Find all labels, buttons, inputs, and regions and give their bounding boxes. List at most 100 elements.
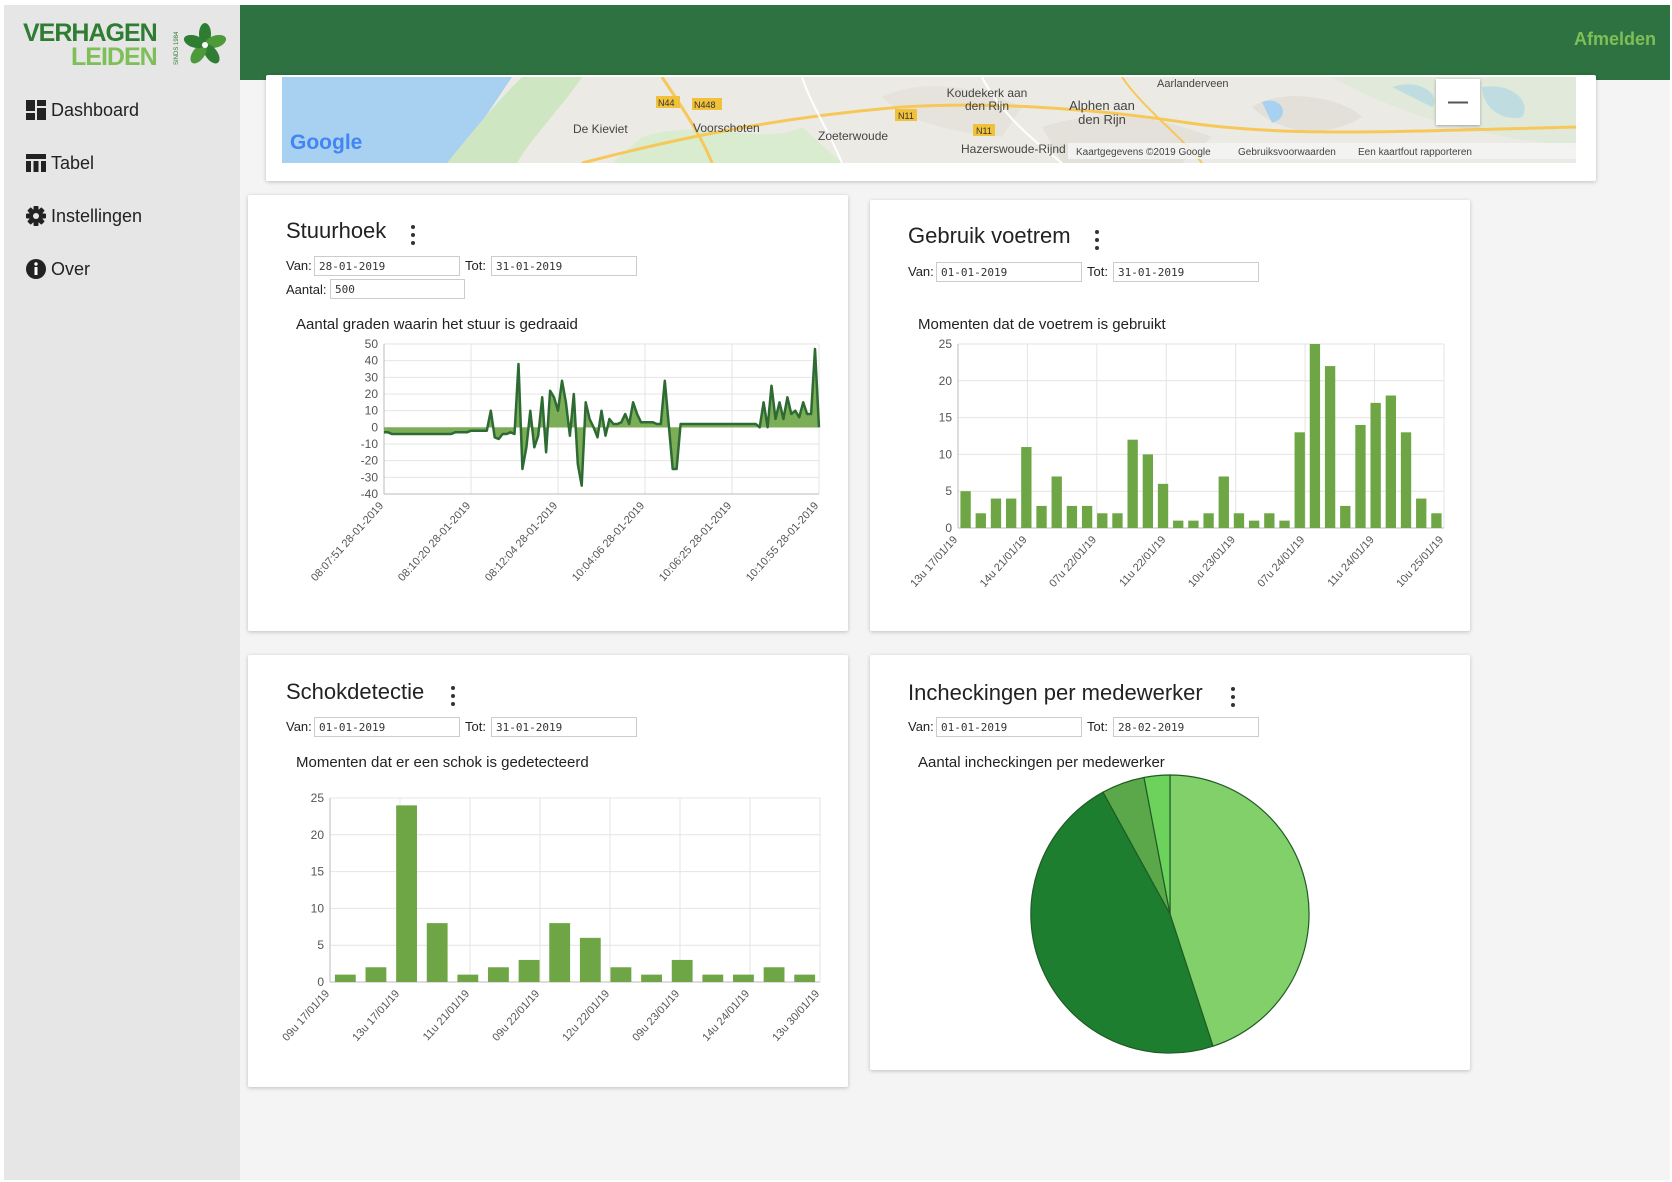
y-tick-label: 5 xyxy=(317,938,324,952)
sidebar-item-dashboard[interactable]: Dashboard xyxy=(24,94,139,126)
bar xyxy=(1324,366,1336,528)
y-tick-label: 0 xyxy=(945,521,952,535)
bar xyxy=(990,498,1002,528)
bar xyxy=(579,937,601,982)
logo-line2: LEIDEN xyxy=(71,43,157,71)
bar xyxy=(1173,520,1184,528)
aantal-input[interactable] xyxy=(330,279,465,299)
bar xyxy=(794,974,816,982)
sidebar-item-tabel[interactable]: Tabel xyxy=(24,147,94,179)
x-tick-label: 07u 24/01/19 xyxy=(1255,534,1307,590)
x-tick-label: 09u 17/01/19 xyxy=(280,988,332,1044)
bar xyxy=(1264,513,1275,528)
x-tick-label: 11u 22/01/19 xyxy=(1117,534,1168,589)
sidebar-item-over[interactable]: Over xyxy=(24,253,90,285)
bar xyxy=(396,805,417,982)
x-tick-label: 13u 17/01/19 xyxy=(350,988,402,1044)
y-tick-label: 5 xyxy=(945,484,952,498)
bar xyxy=(334,974,356,982)
x-tick-label: 10u 25/01/19 xyxy=(1394,534,1446,590)
y-tick-label: 20 xyxy=(311,828,325,842)
bar xyxy=(1340,505,1351,528)
svg-text:N44: N44 xyxy=(658,98,675,108)
bar xyxy=(488,967,509,982)
bar xyxy=(960,491,971,528)
card-title: Stuurhoek xyxy=(286,218,387,243)
x-tick-label: 11u 21/01/19 xyxy=(421,988,472,1043)
info-icon xyxy=(24,257,48,281)
card-title: Gebruik voetrem xyxy=(908,223,1071,248)
gear-icon xyxy=(24,204,48,228)
bar xyxy=(1294,432,1305,528)
map-attribution: Kaartgegevens ©2019 Google xyxy=(1076,147,1211,158)
y-tick-label: 25 xyxy=(311,791,325,805)
x-tick-label: 10:04:06 28-01-2019 xyxy=(570,500,647,584)
schok-card: Schokdetectie Van: Tot: Momenten dat er … xyxy=(248,655,848,1087)
svg-text:Aarlanderveen: Aarlanderveen xyxy=(1157,78,1229,90)
bar xyxy=(763,967,785,982)
clover-icon xyxy=(183,23,227,64)
aantal-label: Aantal: xyxy=(286,282,327,297)
y-tick-label: 50 xyxy=(365,337,379,351)
sidebar-item-label: Over xyxy=(51,258,91,279)
bar xyxy=(1309,344,1321,528)
bar xyxy=(1416,498,1427,528)
x-tick-label: 14u 21/01/19 xyxy=(978,534,1030,590)
sidebar-item-instellingen[interactable]: Instellingen xyxy=(24,200,142,232)
bar xyxy=(518,959,540,982)
y-tick-label: -10 xyxy=(361,437,379,451)
y-tick-label: 0 xyxy=(371,420,378,434)
van-date-input[interactable] xyxy=(936,717,1082,737)
van-date-input[interactable] xyxy=(314,256,460,276)
tot-label: Tot: xyxy=(465,258,486,273)
tot-date-input[interactable] xyxy=(1113,262,1259,282)
y-tick-label: 15 xyxy=(939,411,953,425)
series-line xyxy=(384,347,821,487)
more-menu-icon[interactable] xyxy=(1094,228,1100,252)
bar xyxy=(1218,476,1229,528)
tot-date-input[interactable] xyxy=(491,256,637,276)
bar xyxy=(1142,454,1154,528)
logo-tag: SINDS 1984 xyxy=(174,31,180,65)
y-tick-label: -20 xyxy=(361,454,379,468)
zoom-out-button[interactable]: — xyxy=(1436,79,1480,125)
terms-link: Gebruiksvoorwaarden xyxy=(1238,147,1336,158)
svg-text:N11: N11 xyxy=(898,111,914,121)
tot-label: Tot: xyxy=(1087,264,1108,279)
more-menu-icon[interactable] xyxy=(1230,685,1236,709)
bar xyxy=(1431,513,1442,528)
x-tick-label: 07u 22/01/19 xyxy=(1047,534,1099,590)
bar xyxy=(1248,520,1260,528)
logout-link[interactable]: Afmelden xyxy=(1574,29,1656,50)
tot-date-input[interactable] xyxy=(1113,717,1259,737)
app-window: VERHAGEN LEIDEN SINDS 1984 Dashboard Tab… xyxy=(4,5,1670,1180)
y-tick-label: 40 xyxy=(365,354,379,368)
x-tick-label: 12u 22/01/19 xyxy=(560,988,612,1044)
svg-text:N448: N448 xyxy=(694,100,716,110)
stuurhoek-card: Stuurhoek Van: Tot: Aantal: Aantal grade… xyxy=(248,195,848,631)
bar xyxy=(641,974,662,982)
x-tick-label: 13u 30/01/19 xyxy=(770,988,822,1044)
bar xyxy=(1233,513,1245,528)
tot-date-input[interactable] xyxy=(491,717,637,737)
x-tick-label: 08:07:51 28-01-2019 xyxy=(309,500,386,584)
van-date-input[interactable] xyxy=(936,262,1082,282)
sidebar-item-label: Instellingen xyxy=(51,205,143,226)
table-icon xyxy=(24,151,48,175)
bar xyxy=(1188,520,1199,528)
voetrem-card: Gebruik voetrem Van: Tot: Momenten dat d… xyxy=(870,200,1470,631)
svg-text:Hazerswoude-Rijnd: Hazerswoude-Rijnd xyxy=(961,142,1066,156)
map[interactable]: N44 N448 De Kieviet Voorschoten Zoeterwo… xyxy=(282,77,1576,163)
more-menu-icon[interactable] xyxy=(450,684,456,708)
y-tick-label: 20 xyxy=(365,387,379,401)
more-menu-icon[interactable] xyxy=(410,223,416,247)
logo[interactable]: VERHAGEN LEIDEN SINDS 1984 xyxy=(21,15,231,75)
van-label: Van: xyxy=(908,719,934,734)
y-tick-label: 10 xyxy=(939,447,953,461)
bar xyxy=(610,967,632,982)
bar xyxy=(549,923,571,982)
bar xyxy=(457,974,479,982)
van-date-input[interactable] xyxy=(314,717,460,737)
bar xyxy=(1400,432,1412,528)
bar xyxy=(975,513,986,528)
